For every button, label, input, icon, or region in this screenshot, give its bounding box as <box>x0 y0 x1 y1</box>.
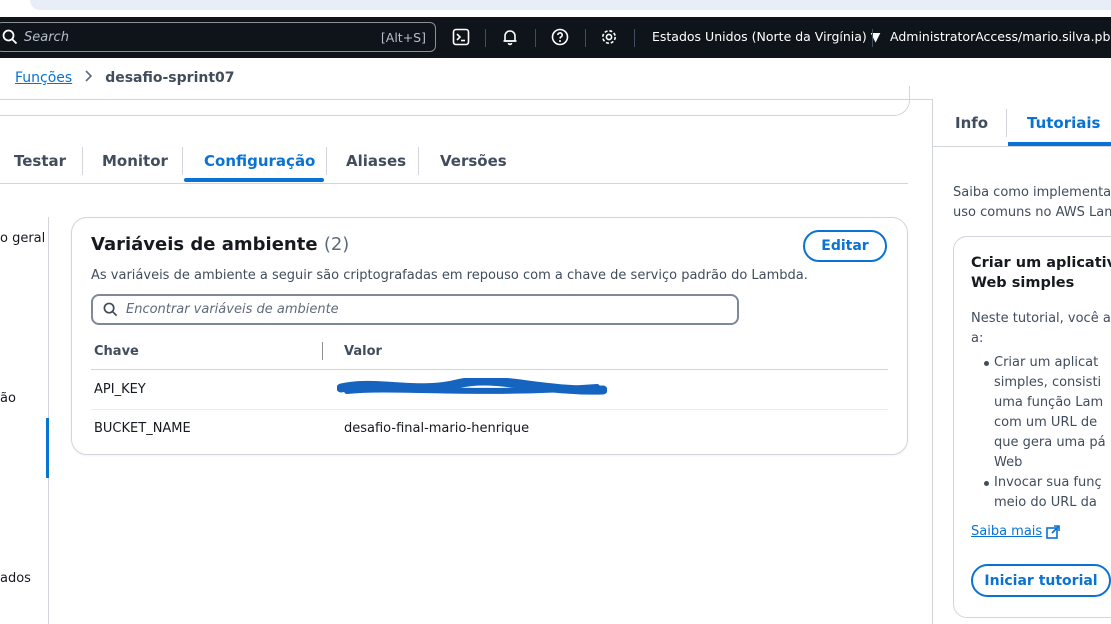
search-placeholder: Search <box>24 29 69 45</box>
list-item: Criar um aplicat <box>994 355 1099 370</box>
tab-monitor[interactable]: Monitor <box>102 152 168 170</box>
row-key-api-key: API_KEY <box>94 382 146 397</box>
region-selector[interactable]: Estados Unidos (Norte da Virgínia) ▼ <box>652 29 880 44</box>
search-icon <box>2 29 18 45</box>
tab-divider <box>1006 109 1007 137</box>
tutorial-title-line: Web simples <box>971 275 1075 291</box>
config-nav-item[interactable]: ão <box>0 391 16 406</box>
list-item: Web <box>994 455 1023 470</box>
active-tab-indicator <box>1008 142 1111 146</box>
function-overview-card-remnant <box>0 86 910 116</box>
column-header-value[interactable]: Valor <box>344 344 382 359</box>
list-item: que gera uma pá <box>994 435 1106 450</box>
tab-versoes[interactable]: Versões <box>440 152 507 170</box>
config-nav-item-general[interactable]: o geral <box>0 231 45 246</box>
filter-input[interactable]: Encontrar variáveis de ambiente <box>91 294 739 325</box>
learn-more-link[interactable]: Saiba mais <box>971 524 1061 539</box>
tab-testar[interactable]: Testar <box>14 152 66 170</box>
bullet <box>984 361 989 366</box>
panel-title: Variáveis de ambiente (2) <box>91 234 349 255</box>
tab-divider <box>82 147 83 175</box>
gear-icon[interactable] <box>598 26 620 48</box>
external-link-icon <box>1046 524 1061 539</box>
help-tabs: Info Tutoriais <box>933 99 1111 147</box>
active-tab-indicator <box>184 178 324 182</box>
bullet <box>984 481 989 486</box>
help-intro-line: uso comuns no AWS Lam <box>953 205 1111 220</box>
list-item: uma função Lam <box>994 395 1104 410</box>
help-icon[interactable] <box>549 26 571 48</box>
account-menu[interactable]: AdministratorAccess/mario.silva.pb@con <box>890 29 1111 44</box>
tab-divider <box>418 147 419 175</box>
nav-divider <box>535 29 536 47</box>
tutorial-title-line: Criar um aplicativo <box>971 255 1111 271</box>
tutorial-card: Criar um aplicativo Web simples Neste tu… <box>953 236 1111 618</box>
panel-title-text: Variáveis de ambiente <box>91 234 318 255</box>
breadcrumb-functions-link[interactable]: Funções <box>15 70 72 86</box>
help-intro: Saiba como implementar uso comuns no AWS… <box>953 183 1111 223</box>
tab-configuracao[interactable]: Configuração <box>204 152 315 170</box>
row-key-bucket-name: BUCKET_NAME <box>94 421 191 436</box>
start-tutorial-button[interactable]: Iniciar tutorial <box>971 564 1111 597</box>
list-item: simples, consisti <box>994 375 1102 390</box>
search-shortcut: [Alt+S] <box>380 29 426 45</box>
breadcrumb: Funções desafio-sprint07 <box>15 70 235 86</box>
search-input[interactable]: Search [Alt+S] <box>0 22 436 52</box>
tab-aliases[interactable]: Aliases <box>346 152 406 170</box>
tutorial-description: Neste tutorial, você ap a: <box>971 309 1111 349</box>
cloudshell-icon[interactable] <box>450 26 472 48</box>
list-item: Invocar sua funç <box>994 475 1102 490</box>
column-header-key[interactable]: Chave <box>94 344 139 359</box>
environment-variables-panel: Variáveis de ambiente (2) As variáveis d… <box>71 217 908 455</box>
redaction-scribble <box>337 378 607 395</box>
nav-divider <box>485 29 486 47</box>
tab-divider <box>182 147 183 175</box>
tutorial-description-line: a: <box>971 331 984 346</box>
row-value-bucket-name: desafio-final-mario-henrique <box>344 421 530 436</box>
top-navigation: Search [Alt+S] Estados Unidos (Norte da … <box>0 17 1111 58</box>
tutorial-steps-list: Criar um aplicat simples, consisti uma f… <box>994 353 1106 513</box>
config-nav-item[interactable]: ados <box>0 571 31 586</box>
browser-strip <box>0 0 1111 17</box>
panel-count: (2) <box>323 234 350 255</box>
tab-divider <box>326 147 327 175</box>
filter-placeholder: Encontrar variáveis de ambiente <box>126 302 339 317</box>
tutorial-title: Criar um aplicativo Web simples <box>971 253 1111 293</box>
list-item: com um URL de <box>994 415 1098 430</box>
browser-address-bar-remnant <box>30 0 1111 10</box>
table-row-divider <box>91 409 888 410</box>
help-tab-tutorials[interactable]: Tutoriais <box>1027 114 1100 132</box>
nav-divider <box>872 29 873 47</box>
tutorial-description-line: Neste tutorial, você ap <box>971 311 1111 326</box>
function-tabs: Testar Monitor Configuração Aliases Vers… <box>0 140 908 184</box>
bell-icon[interactable] <box>499 26 521 48</box>
config-nav-active-indicator <box>46 418 49 478</box>
breadcrumb-current: desafio-sprint07 <box>105 70 235 86</box>
panel-description: As variáveis de ambiente a seguir são cr… <box>91 268 808 283</box>
column-resizer[interactable] <box>322 342 323 360</box>
help-panel: Info Tutoriais Saiba como implementar us… <box>932 99 1111 624</box>
nav-divider <box>634 29 635 47</box>
list-item: meio do URL da <box>994 495 1097 510</box>
learn-more-label: Saiba mais <box>971 524 1043 539</box>
nav-divider <box>585 29 586 47</box>
table-header-divider <box>91 369 888 370</box>
edit-button[interactable]: Editar <box>803 230 887 262</box>
help-intro-line: Saiba como implementar <box>953 185 1111 200</box>
search-icon <box>103 302 118 317</box>
help-tab-info[interactable]: Info <box>955 114 988 132</box>
chevron-right-icon <box>84 70 93 86</box>
